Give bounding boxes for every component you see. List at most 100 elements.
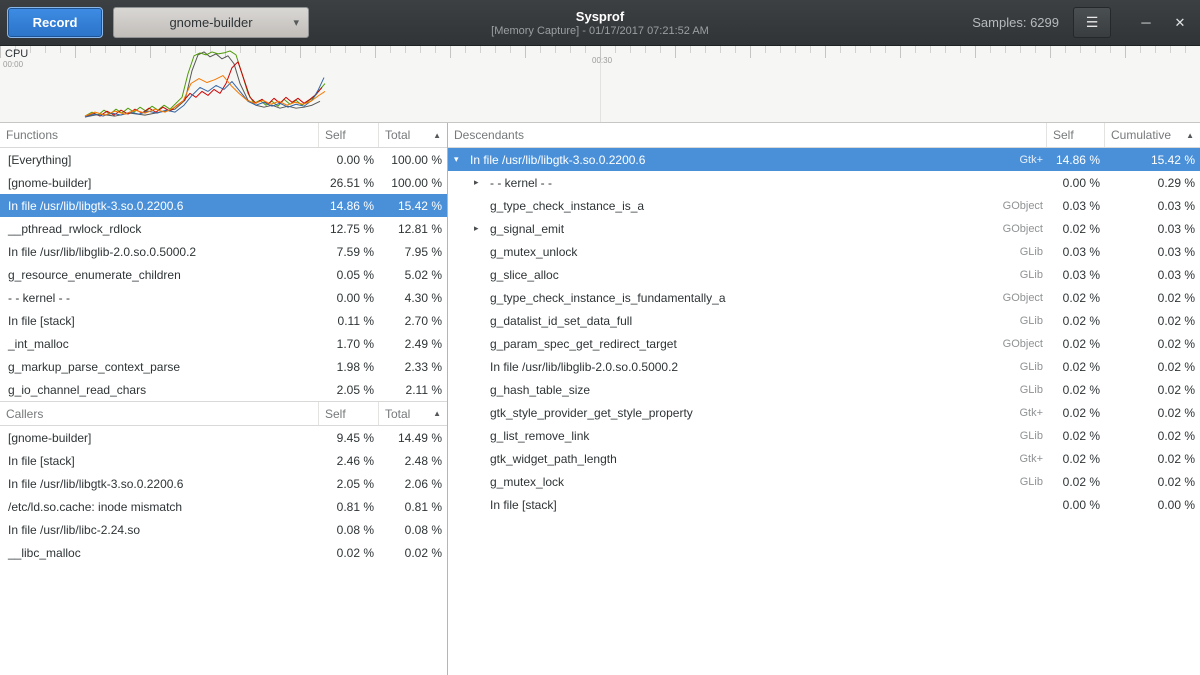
descendant-name-cell: gtk_style_provider_get_style_property — [448, 406, 977, 420]
caller-row[interactable]: /etc/ld.so.cache: inode mismatch 0.81 % … — [0, 495, 447, 518]
descendant-self-cell: 0.02 % — [1047, 383, 1105, 397]
close-button[interactable]: ✕ — [1167, 10, 1193, 36]
column-header-label: Cumulative — [1111, 128, 1171, 142]
process-selector-dropdown[interactable]: gnome-builder ▾ — [113, 7, 309, 38]
caller-self-cell: 9.45 % — [319, 431, 379, 445]
cpu-usage-graph[interactable]: CPU 00:00 00:30 — [0, 46, 1200, 123]
descendant-cumulative-cell: 0.02 % — [1105, 314, 1200, 328]
column-header-callers[interactable]: Callers — [0, 402, 319, 425]
descendant-row[interactable]: gtk_widget_path_length Gtk+ 0.02 % 0.02 … — [448, 447, 1200, 470]
caller-name-cell: In file [stack] — [0, 454, 319, 468]
column-header-functions-self[interactable]: Self — [319, 123, 379, 147]
functions-table-header: Functions Self Total ▲ — [0, 123, 447, 148]
function-name-cell: In file /usr/lib/libglib-2.0.so.0.5000.2 — [0, 245, 319, 259]
descendant-row[interactable]: ▸ - - kernel - - 0.00 % 0.29 % — [448, 171, 1200, 194]
caller-self-cell: 0.08 % — [319, 523, 379, 537]
function-total-cell: 4.30 % — [379, 291, 447, 305]
column-header-callers-self[interactable]: Self — [319, 402, 379, 425]
function-self-cell: 1.98 % — [319, 360, 379, 374]
caller-row[interactable]: In file /usr/lib/libc-2.24.so 0.08 % 0.0… — [0, 518, 447, 541]
descendants-table-body: ▾ In file /usr/lib/libgtk-3.so.0.2200.6 … — [448, 148, 1200, 516]
close-icon: ✕ — [1175, 15, 1186, 31]
column-header-descendants-cumulative[interactable]: Cumulative ▲ — [1105, 123, 1200, 147]
descendant-name-cell: g_mutex_lock — [448, 475, 977, 489]
function-name-cell: _int_malloc — [0, 337, 319, 351]
descendant-row[interactable]: g_hash_table_size GLib 0.02 % 0.02 % — [448, 378, 1200, 401]
function-row[interactable]: g_resource_enumerate_children 0.05 % 5.0… — [0, 263, 447, 286]
descendant-name-cell: gtk_widget_path_length — [448, 452, 977, 466]
caller-row[interactable]: In file [stack] 2.46 % 2.48 % — [0, 449, 447, 472]
descendant-row[interactable]: ▾ In file /usr/lib/libgtk-3.so.0.2200.6 … — [448, 148, 1200, 171]
caller-row[interactable]: In file /usr/lib/libgtk-3.so.0.2200.6 2.… — [0, 472, 447, 495]
column-header-descendants-self[interactable]: Self — [1047, 123, 1105, 147]
function-total-cell: 15.42 % — [379, 199, 447, 213]
function-name-cell: g_markup_parse_context_parse — [0, 360, 319, 374]
function-self-cell: 0.11 % — [319, 314, 379, 328]
descendant-row[interactable]: g_datalist_id_set_data_full GLib 0.02 % … — [448, 309, 1200, 332]
descendant-row[interactable]: g_param_spec_get_redirect_target GObject… — [448, 332, 1200, 355]
column-header-descendants[interactable]: Descendants — [448, 123, 1047, 147]
function-row[interactable]: - - kernel - - 0.00 % 4.30 % — [0, 286, 447, 309]
caller-row[interactable]: [gnome-builder] 9.45 % 14.49 % — [0, 426, 447, 449]
expander-icon[interactable]: ▸ — [474, 223, 490, 234]
column-header-callers-total[interactable]: Total ▲ — [379, 402, 447, 425]
function-self-cell: 7.59 % — [319, 245, 379, 259]
function-row[interactable]: g_io_channel_read_chars 2.05 % 2.11 % — [0, 378, 447, 401]
column-header-functions-total[interactable]: Total ▲ — [379, 123, 447, 147]
menu-button[interactable]: ☰ — [1073, 7, 1111, 38]
function-row[interactable]: [Everything] 0.00 % 100.00 % — [0, 148, 447, 171]
descendant-cumulative-cell: 0.03 % — [1105, 245, 1200, 259]
descendant-cumulative-cell: 0.03 % — [1105, 199, 1200, 213]
chevron-down-icon: ▾ — [293, 16, 299, 29]
time-label-start: 00:00 — [3, 60, 23, 69]
caller-name-cell: /etc/ld.so.cache: inode mismatch — [0, 500, 319, 514]
descendant-self-cell: 0.02 % — [1047, 452, 1105, 466]
descendant-row[interactable]: In file /usr/lib/libglib-2.0.so.0.5000.2… — [448, 355, 1200, 378]
descendant-row[interactable]: gtk_style_provider_get_style_property Gt… — [448, 401, 1200, 424]
descendant-row[interactable]: g_list_remove_link GLib 0.02 % 0.02 % — [448, 424, 1200, 447]
descendant-name-cell: g_slice_alloc — [448, 268, 977, 282]
function-total-cell: 7.95 % — [379, 245, 447, 259]
descendant-row[interactable]: In file [stack] 0.00 % 0.00 % — [448, 493, 1200, 516]
descendant-cumulative-cell: 0.02 % — [1105, 337, 1200, 351]
caller-total-cell: 0.02 % — [379, 546, 447, 560]
expander-icon[interactable]: ▾ — [454, 154, 470, 165]
descendant-category-cell: GObject — [977, 292, 1047, 304]
function-row[interactable]: In file /usr/lib/libgtk-3.so.0.2200.6 14… — [0, 194, 447, 217]
descendant-row[interactable]: g_slice_alloc GLib 0.03 % 0.03 % — [448, 263, 1200, 286]
descendant-category-cell: Gtk+ — [977, 154, 1047, 166]
function-row[interactable]: [gnome-builder] 26.51 % 100.00 % — [0, 171, 447, 194]
hamburger-icon: ☰ — [1086, 14, 1099, 31]
descendant-name-cell: g_list_remove_link — [448, 429, 977, 443]
caller-total-cell: 2.48 % — [379, 454, 447, 468]
expander-icon[interactable]: ▸ — [474, 177, 490, 188]
function-total-cell: 100.00 % — [379, 153, 447, 167]
descendant-category-cell: GLib — [977, 430, 1047, 442]
function-row[interactable]: In file [stack] 0.11 % 2.70 % — [0, 309, 447, 332]
function-row[interactable]: In file /usr/lib/libglib-2.0.so.0.5000.2… — [0, 240, 447, 263]
function-row[interactable]: _int_malloc 1.70 % 2.49 % — [0, 332, 447, 355]
minimize-button[interactable]: ─ — [1133, 10, 1159, 36]
descendant-name-cell: ▸ g_signal_emit — [448, 222, 977, 236]
descendant-name-cell: g_type_check_instance_is_fundamentally_a — [448, 291, 977, 305]
function-name-cell: [gnome-builder] — [0, 176, 319, 190]
descendant-row[interactable]: g_mutex_lock GLib 0.02 % 0.02 % — [448, 470, 1200, 493]
caller-name-cell: [gnome-builder] — [0, 431, 319, 445]
caller-row[interactable]: __libc_malloc 0.02 % 0.02 % — [0, 541, 447, 564]
sort-ascending-icon: ▲ — [433, 131, 441, 140]
caller-name-cell: __libc_malloc — [0, 546, 319, 560]
descendant-cumulative-cell: 0.02 % — [1105, 406, 1200, 420]
descendant-row[interactable]: g_type_check_instance_is_fundamentally_a… — [448, 286, 1200, 309]
descendant-self-cell: 0.03 % — [1047, 268, 1105, 282]
column-header-functions[interactable]: Functions — [0, 123, 319, 147]
function-row[interactable]: __pthread_rwlock_rdlock 12.75 % 12.81 % — [0, 217, 447, 240]
descendant-row[interactable]: g_mutex_unlock GLib 0.03 % 0.03 % — [448, 240, 1200, 263]
descendant-category-cell: GLib — [977, 476, 1047, 488]
function-row[interactable]: g_markup_parse_context_parse 1.98 % 2.33… — [0, 355, 447, 378]
descendant-cumulative-cell: 0.03 % — [1105, 268, 1200, 282]
descendant-cumulative-cell: 0.02 % — [1105, 429, 1200, 443]
descendant-row[interactable]: g_type_check_instance_is_a GObject 0.03 … — [448, 194, 1200, 217]
function-self-cell: 26.51 % — [319, 176, 379, 190]
record-button[interactable]: Record — [7, 7, 103, 38]
descendant-row[interactable]: ▸ g_signal_emit GObject 0.02 % 0.03 % — [448, 217, 1200, 240]
